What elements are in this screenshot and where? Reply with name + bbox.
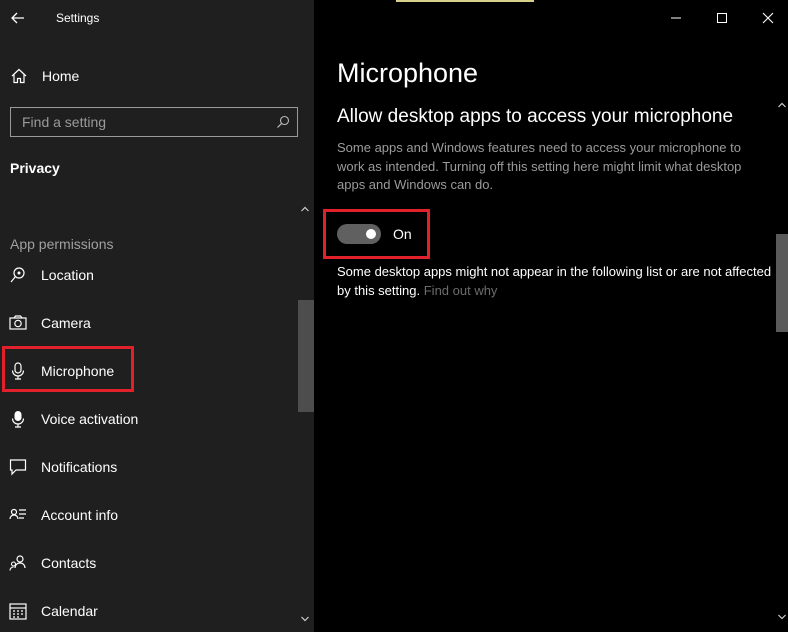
scroll-up-arrow-icon[interactable] xyxy=(300,204,310,214)
close-button[interactable] xyxy=(756,6,780,30)
page-title: Microphone xyxy=(337,58,479,88)
app-title: Settings xyxy=(56,11,100,25)
location-icon xyxy=(10,267,25,283)
sidebar-item-label: Camera xyxy=(41,315,91,331)
microphone-highlight-box xyxy=(2,346,134,392)
toggle-knob xyxy=(366,229,376,239)
maximize-button[interactable] xyxy=(710,6,734,30)
sidebar-item-contacts[interactable]: Contacts xyxy=(0,543,298,583)
home-icon xyxy=(11,68,27,84)
search-input[interactable]: Find a setting xyxy=(10,107,298,137)
voice-activation-icon xyxy=(11,411,25,428)
contacts-icon xyxy=(9,555,26,571)
search-icon[interactable] xyxy=(275,114,291,130)
desktop-apps-microphone-toggle[interactable] xyxy=(337,224,381,244)
sidebar-item-account-info[interactable]: Account info xyxy=(0,495,298,535)
note-body: Some desktop apps might not appear in th… xyxy=(337,264,772,298)
toggle-state-label: On xyxy=(393,226,412,242)
section-title: Privacy xyxy=(10,160,60,176)
main-scrollbar-thumb[interactable] xyxy=(776,234,788,332)
search-placeholder: Find a setting xyxy=(22,114,107,130)
group-title: App permissions xyxy=(10,236,114,252)
sidebar-item-notifications[interactable]: Notifications xyxy=(0,447,298,487)
find-out-why-link[interactable]: Find out why xyxy=(424,283,498,298)
calendar-icon xyxy=(9,603,27,620)
scroll-down-arrow-icon[interactable] xyxy=(300,614,310,624)
sidebar-item-home[interactable]: Home xyxy=(0,60,298,92)
sidebar-item-label: Calendar xyxy=(41,603,98,619)
sidebar-item-label: Account info xyxy=(41,507,119,523)
sidebar-item-location[interactable]: Location xyxy=(0,255,298,295)
sidebar-item-label: Voice activation xyxy=(41,411,139,427)
back-button[interactable] xyxy=(8,6,28,30)
sidebar-item-camera[interactable]: Camera xyxy=(0,303,298,343)
setting-description: Some apps and Windows features need to a… xyxy=(337,140,742,192)
title-bar: Settings xyxy=(0,0,314,36)
main-content xyxy=(314,0,788,632)
camera-icon xyxy=(9,315,27,330)
close-icon xyxy=(762,12,774,24)
notifications-icon xyxy=(9,459,27,476)
sidebar-item-label: Home xyxy=(42,68,80,84)
back-arrow-icon xyxy=(11,12,24,24)
maximize-icon xyxy=(717,13,727,23)
sidebar-item-label: Location xyxy=(41,267,94,283)
main-scroll-up-arrow-icon[interactable] xyxy=(777,100,787,110)
taskbar-accent-strip xyxy=(396,0,534,2)
sidebar-item-label: Notifications xyxy=(41,459,118,475)
minimize-icon xyxy=(671,17,681,19)
sidebar-item-voice-activation[interactable]: Voice activation xyxy=(0,399,298,439)
note-text: Some desktop apps might not appear in th… xyxy=(337,262,777,300)
sidebar-item-label: Contacts xyxy=(41,555,97,571)
sidebar-scrollbar-thumb[interactable] xyxy=(298,300,314,412)
minimize-button[interactable] xyxy=(664,6,688,30)
sidebar-item-calendar[interactable]: Calendar xyxy=(0,591,298,631)
account-info-icon xyxy=(9,508,26,520)
setting-heading: Allow desktop apps to access your microp… xyxy=(337,106,734,127)
sidebar: Settings Home Find a setting Privacy App… xyxy=(0,0,314,632)
main-scroll-down-arrow-icon[interactable] xyxy=(777,612,787,622)
